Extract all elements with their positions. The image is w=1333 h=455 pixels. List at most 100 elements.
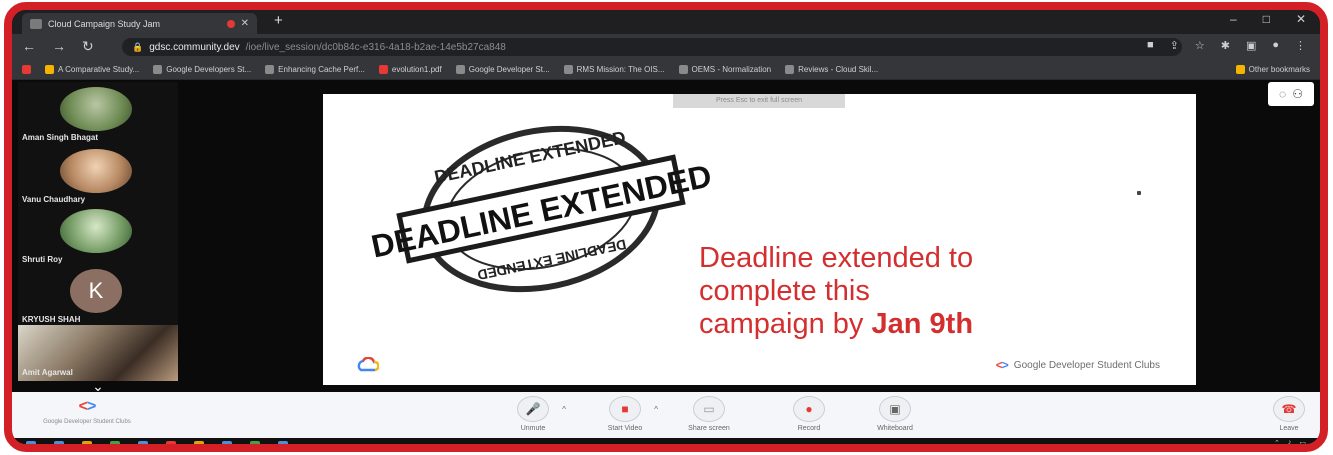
record-button[interactable]: ● Record xyxy=(774,396,844,432)
chat-bubble-icon[interactable]: ◌ xyxy=(1279,87,1286,101)
share-screen-button[interactable]: ▭ Share screen xyxy=(674,396,744,432)
minimize-icon[interactable]: – xyxy=(1230,12,1237,26)
os-taskbar: ⌃ ♪ ▭ xyxy=(12,438,1320,444)
file-explorer-icon[interactable] xyxy=(82,441,92,444)
participant-tile[interactable]: Vanu Chaudhary xyxy=(18,144,178,208)
lock-icon: 🔒 xyxy=(132,41,144,52)
participant-tile[interactable]: Shruti Roy xyxy=(18,204,178,268)
wifi-icon[interactable]: ⌃ xyxy=(1274,439,1280,444)
url-path: /ioe/live_session/dc0b84c-e316-4a18-b2ae… xyxy=(245,41,506,53)
apps-icon xyxy=(22,65,31,74)
bookmark-favicon-icon xyxy=(563,65,573,74)
browser-tab-active[interactable]: Cloud Campaign Study Jam ✕ xyxy=(22,13,257,34)
meeting-stage: Aman Singh Bhagat Vanu Chaudhary Shruti … xyxy=(12,80,1320,394)
app-icon[interactable] xyxy=(278,441,288,444)
close-window-icon[interactable]: ✕ xyxy=(1296,12,1306,26)
bookmark-favicon-icon xyxy=(455,65,465,74)
share-icon[interactable]: ⇪ xyxy=(1170,39,1179,52)
profile-avatar-icon[interactable]: ● xyxy=(1272,39,1279,52)
slide-message: Deadline extended to complete this campa… xyxy=(699,242,1119,341)
leave-button[interactable]: ☎ Leave xyxy=(1254,396,1320,432)
participant-tile[interactable]: K KRYUSH SHAH xyxy=(18,264,178,328)
participant-name: Shruti Roy xyxy=(22,255,63,264)
extensions-icon[interactable]: ✱ xyxy=(1221,39,1230,52)
brand-caption: Google Developer Student Clubs xyxy=(43,419,131,425)
browser-tab-strip: Cloud Campaign Study Jam ✕ + – □ ✕ xyxy=(12,10,1320,34)
participant-name: Amit Agarwal xyxy=(22,368,73,377)
record-label: Record xyxy=(797,425,821,432)
slide-line-3: campaign by Jan 9th xyxy=(699,308,974,340)
whiteboard-button[interactable]: ▣ Whiteboard xyxy=(860,396,930,432)
forward-arrow-icon[interactable]: → xyxy=(52,38,66,54)
edge-icon[interactable] xyxy=(138,441,148,444)
system-tray: ⌃ ♪ ▭ xyxy=(1274,439,1306,444)
start-menu-icon[interactable] xyxy=(26,441,36,444)
bookmark-star-icon[interactable]: ☆ xyxy=(1195,39,1205,52)
bookmark-item[interactable] xyxy=(22,65,31,74)
bookmark-item[interactable]: A Comparative Study... xyxy=(45,65,139,74)
unmute-button[interactable]: 🎤 ^ Unmute xyxy=(498,396,568,432)
search-icon[interactable] xyxy=(54,441,64,444)
chrome-icon[interactable] xyxy=(110,441,120,444)
participant-name: KRYUSH SHAH xyxy=(22,315,81,324)
unmute-label: Unmute xyxy=(520,425,546,432)
more-menu-icon[interactable]: ⋮ xyxy=(1295,39,1306,52)
tab-title: Cloud Campaign Study Jam xyxy=(48,18,161,29)
camera-permission-icon[interactable]: ■ xyxy=(1147,39,1154,52)
slide-line-1: Deadline extended to xyxy=(699,242,974,274)
bookmark-item[interactable]: Google Developer St... xyxy=(455,65,550,74)
bookmark-favicon-icon xyxy=(378,65,388,74)
shared-slide: Press Esc to exit full screen DEADLINE E… xyxy=(323,94,1196,385)
bookmark-item[interactable]: RMS Mission: The OIS... xyxy=(563,65,665,74)
bookmark-item[interactable]: OEMS - Normalization xyxy=(678,65,771,74)
gdsc-logo-icon: <> xyxy=(78,398,97,415)
participant-video-tile[interactable]: Amit Agarwal xyxy=(18,325,178,381)
app-icon[interactable] xyxy=(166,441,176,444)
share-screen-icon: ▭ xyxy=(693,396,725,422)
chevron-up-icon[interactable]: ^ xyxy=(562,405,566,414)
sidebar-icon[interactable]: ▣ xyxy=(1246,39,1256,52)
start-video-label: Start Video xyxy=(607,425,643,432)
app-icon[interactable] xyxy=(194,441,204,444)
bookmark-item[interactable]: Google Developers St... xyxy=(153,65,251,74)
bookmark-item-other[interactable]: Other bookmarks xyxy=(1235,65,1310,74)
people-icon[interactable]: ⚇ xyxy=(1292,87,1303,101)
bookmark-favicon-icon xyxy=(785,65,795,74)
muted-mic-icon: 🎤 xyxy=(517,396,549,422)
bookmark-favicon-icon xyxy=(153,65,163,74)
chevron-up-icon[interactable]: ^ xyxy=(654,405,658,414)
back-arrow-icon[interactable]: ← xyxy=(22,38,36,54)
avatar xyxy=(60,87,132,131)
tab-favicon-icon xyxy=(30,18,42,29)
app-icon[interactable] xyxy=(222,441,232,444)
bookmark-favicon-icon xyxy=(678,65,688,74)
whiteboard-label: Whiteboard xyxy=(877,425,913,432)
side-tools: ◌ ⚇ xyxy=(1268,82,1314,106)
gdsc-footer-text: Google Developer Student Clubs xyxy=(1013,359,1160,371)
bookmark-item[interactable]: evolution1.pdf xyxy=(378,65,442,74)
folder-icon xyxy=(1235,65,1245,74)
participant-name: Vanu Chaudhary xyxy=(22,195,86,204)
leave-label: Leave xyxy=(1279,425,1299,432)
bookmark-favicon-icon xyxy=(45,65,54,74)
battery-icon[interactable]: ▭ xyxy=(1299,439,1306,444)
tab-close-icon[interactable]: ✕ xyxy=(241,18,249,29)
bookmark-item[interactable]: Enhancing Cache Perf... xyxy=(265,65,365,74)
video-off-icon: ■ xyxy=(609,396,641,422)
bookmark-item[interactable]: Reviews - Cloud Skil... xyxy=(785,65,878,74)
participant-name: Aman Singh Bhagat xyxy=(22,133,99,142)
maximize-icon[interactable]: □ xyxy=(1263,12,1270,26)
volume-icon[interactable]: ♪ xyxy=(1288,439,1292,444)
reload-icon[interactable]: ↻ xyxy=(82,38,94,55)
new-tab-button[interactable]: + xyxy=(274,13,283,29)
app-icon[interactable] xyxy=(250,441,260,444)
participant-tile[interactable]: Aman Singh Bhagat xyxy=(18,82,178,146)
record-icon: ● xyxy=(793,396,825,422)
google-cloud-logo-icon xyxy=(357,357,379,372)
hang-up-icon: ☎ xyxy=(1273,396,1305,422)
url-field[interactable]: 🔒 gdsc.community.dev/ioe/live_session/dc… xyxy=(122,38,1182,56)
gdsc-logo-icon: <> xyxy=(995,358,1009,372)
avatar-initial: K xyxy=(70,269,122,313)
avatar xyxy=(60,209,132,253)
start-video-button[interactable]: ■ ^ Start Video xyxy=(590,396,660,432)
